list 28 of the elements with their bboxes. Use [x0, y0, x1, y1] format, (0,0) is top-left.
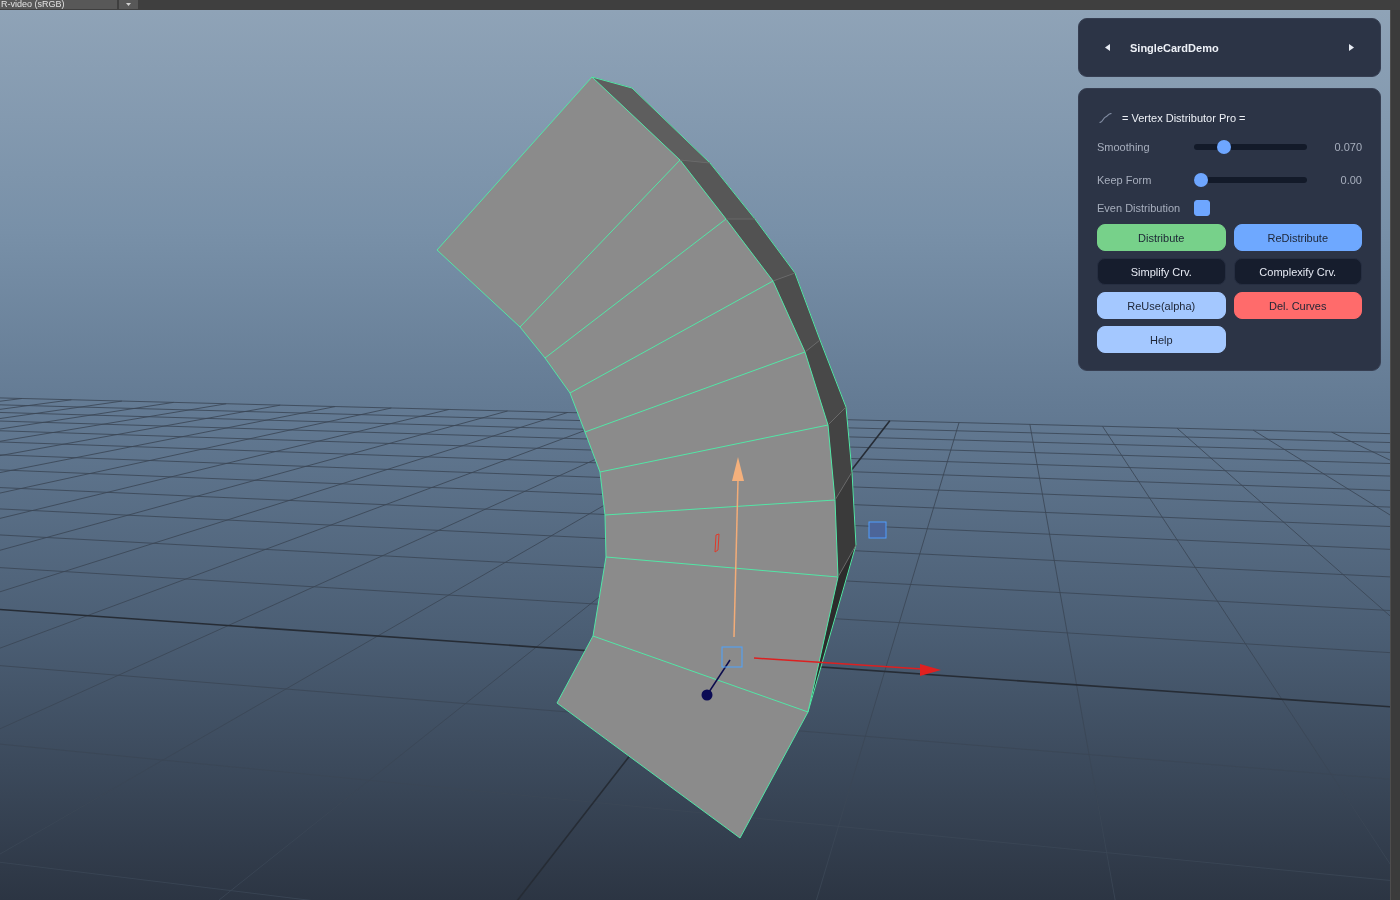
action-button[interactable]: Complexify Crv.	[1233, 258, 1362, 285]
action-button[interactable]: Del. Curves	[1233, 292, 1362, 319]
slider-thumb[interactable]	[1216, 140, 1231, 154]
curve-icon	[1099, 113, 1112, 123]
action-button[interactable]: Help	[1097, 326, 1226, 353]
slider-label: Keep Form	[1097, 174, 1152, 186]
card-title: SingleCardDemo	[1130, 41, 1219, 54]
dot-handle[interactable]	[701, 659, 731, 701]
action-button[interactable]: ReDistribute	[1233, 224, 1362, 251]
slider-value: 0.00	[1340, 174, 1362, 186]
slider-value: 0.070	[1334, 141, 1362, 153]
checkbox[interactable]	[1194, 200, 1210, 216]
right-triangle-icon[interactable]	[1349, 44, 1354, 51]
color-space-dropdown[interactable]: R-video (sRGB)	[0, 0, 117, 9]
caret-icon	[126, 3, 131, 6]
dropdown-button[interactable]	[119, 0, 138, 9]
action-button[interactable]: Distribute	[1097, 224, 1226, 251]
slider-label: Smoothing	[1097, 141, 1150, 153]
slider-thumb[interactable]	[1194, 173, 1208, 187]
tool-title: = Vertex Distributor Pro =	[1122, 112, 1246, 124]
right-arrow[interactable]	[753, 657, 941, 676]
plane-handle-square[interactable]	[868, 521, 887, 539]
move-handle-square[interactable]	[721, 646, 743, 668]
tick-mark	[714, 533, 720, 553]
action-button[interactable]: Simplify Crv.	[1097, 258, 1226, 285]
action-button[interactable]: ReUse(alpha)	[1097, 292, 1226, 319]
left-triangle-icon[interactable]	[1105, 44, 1110, 51]
checkbox-label: Even Distribution	[1097, 202, 1181, 214]
